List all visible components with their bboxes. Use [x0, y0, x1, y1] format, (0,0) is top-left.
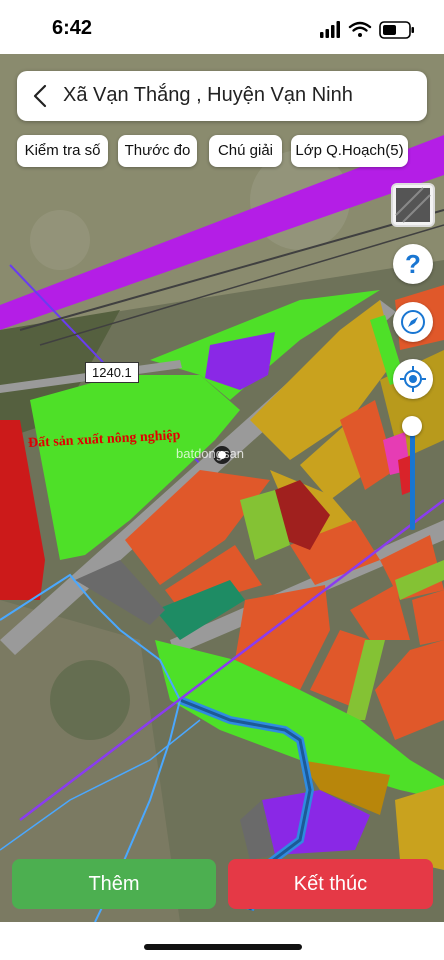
search-bar[interactable]: Xã Vạn Thắng , Huyện Vạn Ninh — [17, 71, 427, 121]
finish-button[interactable]: Kết thúc — [228, 859, 433, 909]
status-time: 6:42 — [52, 17, 93, 39]
compass-button[interactable] — [393, 302, 433, 342]
battery-icon — [379, 21, 414, 39]
map-canvas[interactable] — [0, 54, 444, 922]
planning-layer-label: Lớp Q.Hoạch(5) — [295, 142, 404, 159]
location-text: Xã Vạn Thắng , Huyện Vạn Ninh — [63, 84, 353, 106]
ruler-button[interactable]: Thước đo — [118, 135, 197, 167]
add-label: Thêm — [88, 873, 140, 895]
legend-button[interactable]: Chú giải — [209, 135, 282, 167]
check-number-button[interactable]: Kiểm tra số — [17, 135, 108, 167]
zoom-slider-track[interactable] — [410, 428, 415, 530]
status-bar: 6:42 — [0, 0, 444, 56]
check-number-label: Kiểm tra số — [24, 142, 101, 159]
svg-text:?: ? — [405, 249, 421, 279]
add-button[interactable]: Thêm — [12, 859, 216, 909]
zoom-slider-thumb[interactable] — [402, 416, 422, 436]
locate-button[interactable] — [393, 359, 433, 399]
status-icons — [320, 20, 416, 40]
home-indicator — [144, 944, 302, 950]
layers-icon — [395, 187, 431, 223]
ruler-label: Thước đo — [124, 142, 191, 159]
help-button[interactable]: ? — [393, 244, 433, 284]
signal-icon — [320, 21, 340, 38]
planning-map[interactable]: batdongsan — [0, 54, 444, 922]
planning-layer-button[interactable]: Lớp Q.Hoạch(5) — [291, 135, 408, 167]
layers-button[interactable] — [391, 183, 435, 227]
finish-label: Kết thúc — [293, 873, 368, 895]
parcel-label: 1240.1 — [85, 362, 139, 383]
chevron-left-icon[interactable] — [29, 83, 53, 109]
legend-label: Chú giải — [217, 142, 274, 159]
wifi-icon — [348, 21, 372, 37]
map-watermark: batdongsan — [176, 446, 244, 461]
locate-icon — [400, 366, 426, 392]
compass-icon — [401, 310, 425, 334]
question-icon: ? — [405, 249, 421, 279]
